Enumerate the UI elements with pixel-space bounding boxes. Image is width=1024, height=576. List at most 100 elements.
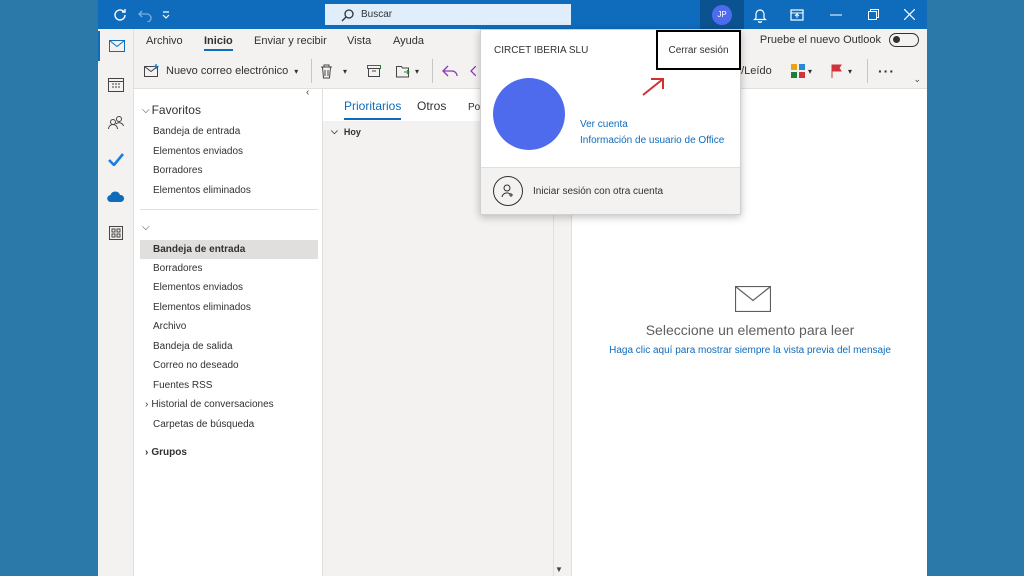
favorite-sent[interactable]: Elementos enviados — [140, 142, 318, 161]
account-popup: CIRCET IBERIA SLU Cerrar sesión Ver cuen… — [480, 29, 741, 215]
categorize-icon — [791, 64, 805, 78]
add-account-icon — [493, 176, 523, 206]
office-user-info-link[interactable]: Información de usuario de Office — [580, 135, 724, 146]
folder-deleted[interactable]: Elementos eliminados — [140, 298, 318, 317]
chevron-down-icon: ⌵ — [142, 104, 150, 116]
todo-nav-icon[interactable] — [98, 144, 133, 174]
outlook-window: JP — [98, 0, 927, 576]
view-account-text[interactable]: Ver cuenta — [580, 119, 628, 130]
tab-archivo[interactable]: Archivo — [146, 35, 183, 47]
navigation-rail — [98, 29, 134, 576]
restore-icon[interactable] — [862, 0, 884, 29]
flag-button[interactable]: ▾ — [831, 61, 852, 81]
delete-button[interactable]: ▾ — [320, 61, 347, 81]
scroll-down-icon[interactable]: ▼ — [555, 565, 563, 574]
favorite-inbox[interactable]: Bandeja de entrada — [140, 122, 318, 141]
switch-account-row[interactable]: Iniciar sesión con otra cuenta — [481, 167, 740, 214]
new-outlook-toggle[interactable] — [889, 33, 919, 47]
mail-nav-icon[interactable] — [98, 31, 133, 61]
trash-icon — [321, 64, 332, 78]
ribbon-divider — [432, 59, 433, 83]
avatar: JP — [712, 4, 732, 25]
favorite-deleted[interactable]: Elementos eliminados — [140, 181, 318, 200]
quick-access-dropdown-icon[interactable] — [158, 0, 174, 29]
sync-icon[interactable] — [110, 0, 130, 29]
favorites-header[interactable]: ⌵ Favoritos — [142, 103, 201, 117]
reply-all-icon — [470, 66, 476, 76]
search-box[interactable] — [325, 4, 571, 25]
folder-inbox[interactable]: Bandeja de entrada — [140, 240, 318, 259]
people-nav-icon[interactable] — [98, 107, 133, 137]
more-options-icon[interactable]: ··· — [878, 61, 895, 81]
ribbon-divider — [311, 59, 312, 83]
chevron-right-icon: › — [145, 447, 149, 458]
chevron-down-icon: ⌵ — [331, 126, 338, 136]
folder-divider — [140, 209, 318, 210]
new-outlook-toggle-area[interactable]: Pruebe el nuevo Outlook — [760, 33, 919, 47]
folder-groups[interactable]: › Grupos — [140, 443, 318, 462]
switch-account-label: Iniciar sesión con otra cuenta — [533, 185, 664, 197]
calendar-nav-icon[interactable] — [98, 69, 133, 99]
apps-nav-icon[interactable] — [98, 218, 133, 248]
archive-button[interactable] — [367, 61, 381, 81]
onedrive-nav-icon[interactable] — [98, 181, 133, 211]
collapse-ribbon-icon[interactable]: ⌄ — [913, 74, 921, 85]
group-today-header[interactable]: ⌵ Hoy — [331, 126, 361, 137]
tab-focused[interactable]: Prioritarios — [344, 99, 402, 120]
preview-link[interactable]: Haga clic aquí para mostrar siempre la v… — [572, 345, 927, 356]
tab-vista[interactable]: Vista — [347, 35, 371, 47]
account-avatar — [493, 78, 565, 150]
tab-other[interactable]: Otros — [417, 99, 446, 113]
account-expander[interactable]: ⌵ — [142, 222, 150, 233]
folder-archive[interactable]: Archivo — [140, 317, 318, 336]
chevron-down-icon: ▾ — [343, 66, 348, 76]
group-today-label: Hoy — [343, 126, 361, 137]
new-outlook-label: Pruebe el nuevo Outlook — [759, 34, 881, 46]
sort-button[interactable]: Po — [468, 102, 480, 113]
folder-outbox[interactable]: Bandeja de salida — [140, 337, 318, 356]
folder-pane: ‹ ⌵ Favoritos Bandeja de entrada Element… — [134, 87, 323, 576]
new-email-icon — [144, 64, 159, 77]
chevron-down-icon: ⌵ — [142, 222, 150, 233]
folder-rss[interactable]: Fuentes RSS — [140, 376, 318, 395]
chevron-down-icon: ▾ — [808, 66, 813, 76]
folder-junk[interactable]: Correo no deseado — [140, 356, 318, 375]
folder-conversation-history[interactable]: › Historial de conversaciones — [140, 395, 318, 414]
tab-inicio[interactable]: Inicio — [204, 35, 233, 51]
close-icon[interactable] — [898, 0, 920, 29]
folder-search-folders[interactable]: Carpetas de búsqueda — [140, 415, 318, 434]
empty-reading-title: Seleccione un elemento para leer — [645, 322, 855, 338]
ribbon-display-icon[interactable] — [786, 0, 808, 29]
archive-icon — [367, 65, 381, 77]
ribbon-divider — [867, 59, 868, 83]
preview-link-text[interactable]: Haga clic aquí para mostrar siempre la v… — [609, 345, 891, 356]
move-button[interactable]: ▾ — [396, 61, 419, 81]
undo-icon[interactable] — [136, 0, 154, 29]
reply-icon — [442, 65, 458, 77]
office-user-info-text[interactable]: Información de usuario de Office — [580, 135, 724, 146]
reply-button[interactable] — [442, 61, 458, 81]
title-bar: JP — [98, 0, 927, 29]
favorite-drafts[interactable]: Borradores — [140, 161, 318, 180]
categorize-button[interactable]: ▾ — [791, 61, 812, 81]
groups-label: Grupos — [151, 447, 187, 458]
folder-sent[interactable]: Elementos enviados — [140, 278, 318, 297]
new-email-label: Nuevo correo electrónico — [166, 65, 289, 77]
reply-all-button[interactable] — [470, 61, 476, 81]
minimize-icon[interactable] — [825, 0, 847, 29]
collapse-pane-icon[interactable]: ‹ — [306, 87, 309, 98]
move-folder-icon — [396, 66, 410, 78]
tab-enviar-recibir[interactable]: Enviar y recibir — [254, 35, 327, 47]
search-input[interactable] — [361, 9, 551, 20]
chevron-down-icon: ▾ — [848, 66, 853, 76]
folder-drafts[interactable]: Borradores — [140, 259, 318, 278]
search-icon — [341, 8, 354, 21]
tab-ayuda[interactable]: Ayuda — [393, 35, 424, 47]
sign-out-button[interactable]: Cerrar sesión — [656, 30, 741, 70]
chevron-right-icon: › — [145, 399, 149, 410]
account-button[interactable]: JP — [700, 0, 744, 29]
bell-icon[interactable] — [748, 0, 772, 29]
chevron-down-icon: ▾ — [415, 66, 420, 76]
view-account-link[interactable]: Ver cuenta — [580, 119, 628, 130]
new-email-button[interactable]: Nuevo correo electrónico ▾ — [144, 61, 298, 81]
